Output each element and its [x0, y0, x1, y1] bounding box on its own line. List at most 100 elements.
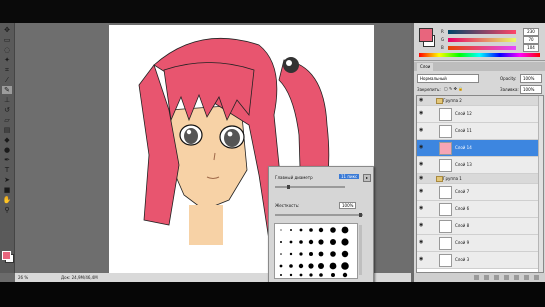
hardness-slider[interactable]	[275, 214, 363, 216]
magic-wand-icon[interactable]: ✦	[2, 56, 12, 64]
hardness-label: Жесткость:	[275, 203, 300, 208]
diameter-value[interactable]: 11 пикс	[339, 174, 360, 179]
visibility-eye-icon[interactable]: ◉	[419, 98, 425, 103]
layers-tab-bar: Слои	[414, 62, 545, 71]
visibility-eye-icon[interactable]: ◉	[419, 240, 425, 245]
layer-thumbnail	[439, 203, 452, 216]
layer-thumbnail	[439, 220, 452, 233]
visibility-eye-icon[interactable]: ◉	[419, 257, 425, 262]
layer-row[interactable]: ◉ Слой 13	[417, 157, 543, 174]
layer-thumbnail	[439, 125, 452, 138]
hardness-value[interactable]: 100%	[339, 202, 357, 209]
green-channel-row: G 70	[441, 36, 541, 44]
color-panel-foreground-chip[interactable]	[419, 28, 433, 42]
new-group-icon[interactable]	[514, 275, 519, 280]
bottom-letterbox	[0, 282, 545, 307]
blend-mode-select[interactable]: Нормальный	[417, 74, 479, 83]
brush-icon[interactable]: ✎	[2, 86, 12, 94]
path-select-icon[interactable]: ➤	[2, 176, 12, 184]
hardness-slider-thumb[interactable]	[359, 213, 362, 217]
adjustment-layer-icon[interactable]	[504, 275, 509, 280]
photoshop-window: ✥ ▭ ◌ ✦ ⌗ ⁄ ✎ ⊥ ↺ ▱ ▤ ◆ ● ✒ T ➤ ■ ✋ ⚲ 26…	[0, 0, 545, 307]
layer-thumbnail	[439, 108, 452, 121]
tab-layers[interactable]: Слои	[417, 63, 434, 71]
pen-icon[interactable]: ✒	[2, 156, 12, 164]
brush-preset-grid[interactable]	[274, 223, 358, 279]
layer-style-icon[interactable]	[484, 275, 489, 280]
eraser-icon[interactable]: ▱	[2, 116, 12, 124]
layer-row[interactable]: ◉ Слой 8	[417, 218, 543, 235]
visibility-eye-icon[interactable]: ◉	[419, 223, 425, 228]
green-channel-slider[interactable]	[448, 38, 516, 42]
red-channel-row: R 230	[441, 28, 541, 36]
lasso-icon[interactable]: ◌	[2, 46, 12, 54]
delete-layer-icon[interactable]	[534, 275, 539, 280]
layer-thumbnail	[439, 186, 452, 199]
layer-row[interactable]: ◉ Слой 6	[417, 201, 543, 218]
brush-preset-dots[interactable]	[275, 224, 357, 278]
visibility-eye-icon[interactable]: ◉	[419, 176, 425, 181]
folder-icon	[436, 176, 443, 182]
visibility-eye-icon[interactable]: ◉	[419, 145, 425, 150]
new-layer-icon[interactable]	[524, 275, 529, 280]
red-value[interactable]: 230	[523, 28, 539, 36]
layers-footer	[414, 273, 545, 282]
blend-row: Нормальный Opacity: 100%	[414, 73, 545, 83]
shape-icon[interactable]: ■	[2, 186, 12, 194]
clone-stamp-icon[interactable]: ⊥	[2, 96, 12, 104]
visibility-eye-icon[interactable]: ◉	[419, 128, 425, 133]
layers-scrollbar[interactable]	[538, 96, 543, 272]
move-icon[interactable]: ✥	[2, 26, 12, 34]
preset-scrollbar[interactable]	[359, 225, 362, 275]
visibility-eye-icon[interactable]: ◉	[419, 111, 425, 116]
type-icon[interactable]: T	[2, 166, 12, 174]
diameter-slider[interactable]	[275, 186, 345, 188]
layer-row[interactable]: ◉ Слой 7	[417, 184, 543, 201]
doc-info: Док: 24,9М/46,4М	[61, 275, 98, 280]
history-brush-icon[interactable]: ↺	[2, 106, 12, 114]
layer-group[interactable]: ◉ Группа 2	[417, 96, 543, 106]
right-panels: R 230 G 70 B 104 Слои Нормальный Opacity…	[414, 23, 545, 282]
visibility-eye-icon[interactable]: ◉	[419, 189, 425, 194]
foreground-color-swatch[interactable]	[2, 251, 11, 260]
visibility-eye-icon[interactable]: ◉	[419, 162, 425, 167]
color-ramp[interactable]	[419, 53, 540, 57]
fill-field[interactable]: 100%	[520, 85, 542, 94]
blur-icon[interactable]: ◆	[2, 136, 12, 144]
layer-row-active[interactable]: ◉ Слой 14	[417, 140, 543, 157]
layers-list: ◉ Группа 2 ◉ Слой 12 ◉ Слой 11 ◉ Слой 14…	[416, 95, 544, 273]
blue-channel-row: B 104	[441, 44, 541, 52]
layer-row[interactable]: ◉ Слой 11	[417, 123, 543, 140]
opacity-field[interactable]: 100%	[520, 74, 542, 83]
diameter-label: Главный диаметр	[275, 175, 313, 180]
dodge-icon[interactable]: ●	[2, 146, 12, 154]
blue-channel-slider[interactable]	[448, 46, 516, 50]
layer-row[interactable]: ◉ Слой 12	[417, 106, 543, 123]
hand-icon[interactable]: ✋	[2, 196, 12, 204]
top-letterbox	[0, 0, 545, 23]
layer-thumbnail	[439, 237, 452, 250]
layer-thumbnail	[439, 159, 452, 172]
visibility-eye-icon[interactable]: ◉	[419, 206, 425, 211]
lock-icons[interactable]: ▢ ✎ ✥ 🔒	[444, 86, 463, 91]
color-panel: R 230 G 70 B 104	[414, 23, 545, 61]
diameter-slider-thumb[interactable]	[287, 185, 290, 189]
layer-row[interactable]: ◉ Слой 9	[417, 235, 543, 252]
blue-value[interactable]: 104	[523, 44, 539, 52]
layer-group[interactable]: ◉ Группа 1	[417, 174, 543, 184]
red-channel-slider[interactable]	[448, 30, 516, 34]
crop-icon[interactable]: ⌗	[2, 66, 12, 74]
folder-icon	[436, 98, 443, 104]
lock-label: Закрепить:	[417, 87, 441, 92]
layer-row[interactable]: ◉ Слой 3	[417, 252, 543, 269]
layer-mask-icon[interactable]	[494, 275, 499, 280]
picker-menu-icon[interactable]: ▸	[363, 174, 371, 182]
zoom-icon[interactable]: ⚲	[2, 206, 12, 214]
eyedropper-icon[interactable]: ⁄	[2, 76, 12, 84]
link-layers-icon[interactable]	[474, 275, 479, 280]
fill-label: Заливка:	[500, 87, 519, 92]
zoom-level[interactable]: 26 %	[18, 273, 28, 282]
green-value[interactable]: 70	[523, 36, 539, 44]
gradient-icon[interactable]: ▤	[2, 126, 12, 134]
marquee-icon[interactable]: ▭	[2, 36, 12, 44]
